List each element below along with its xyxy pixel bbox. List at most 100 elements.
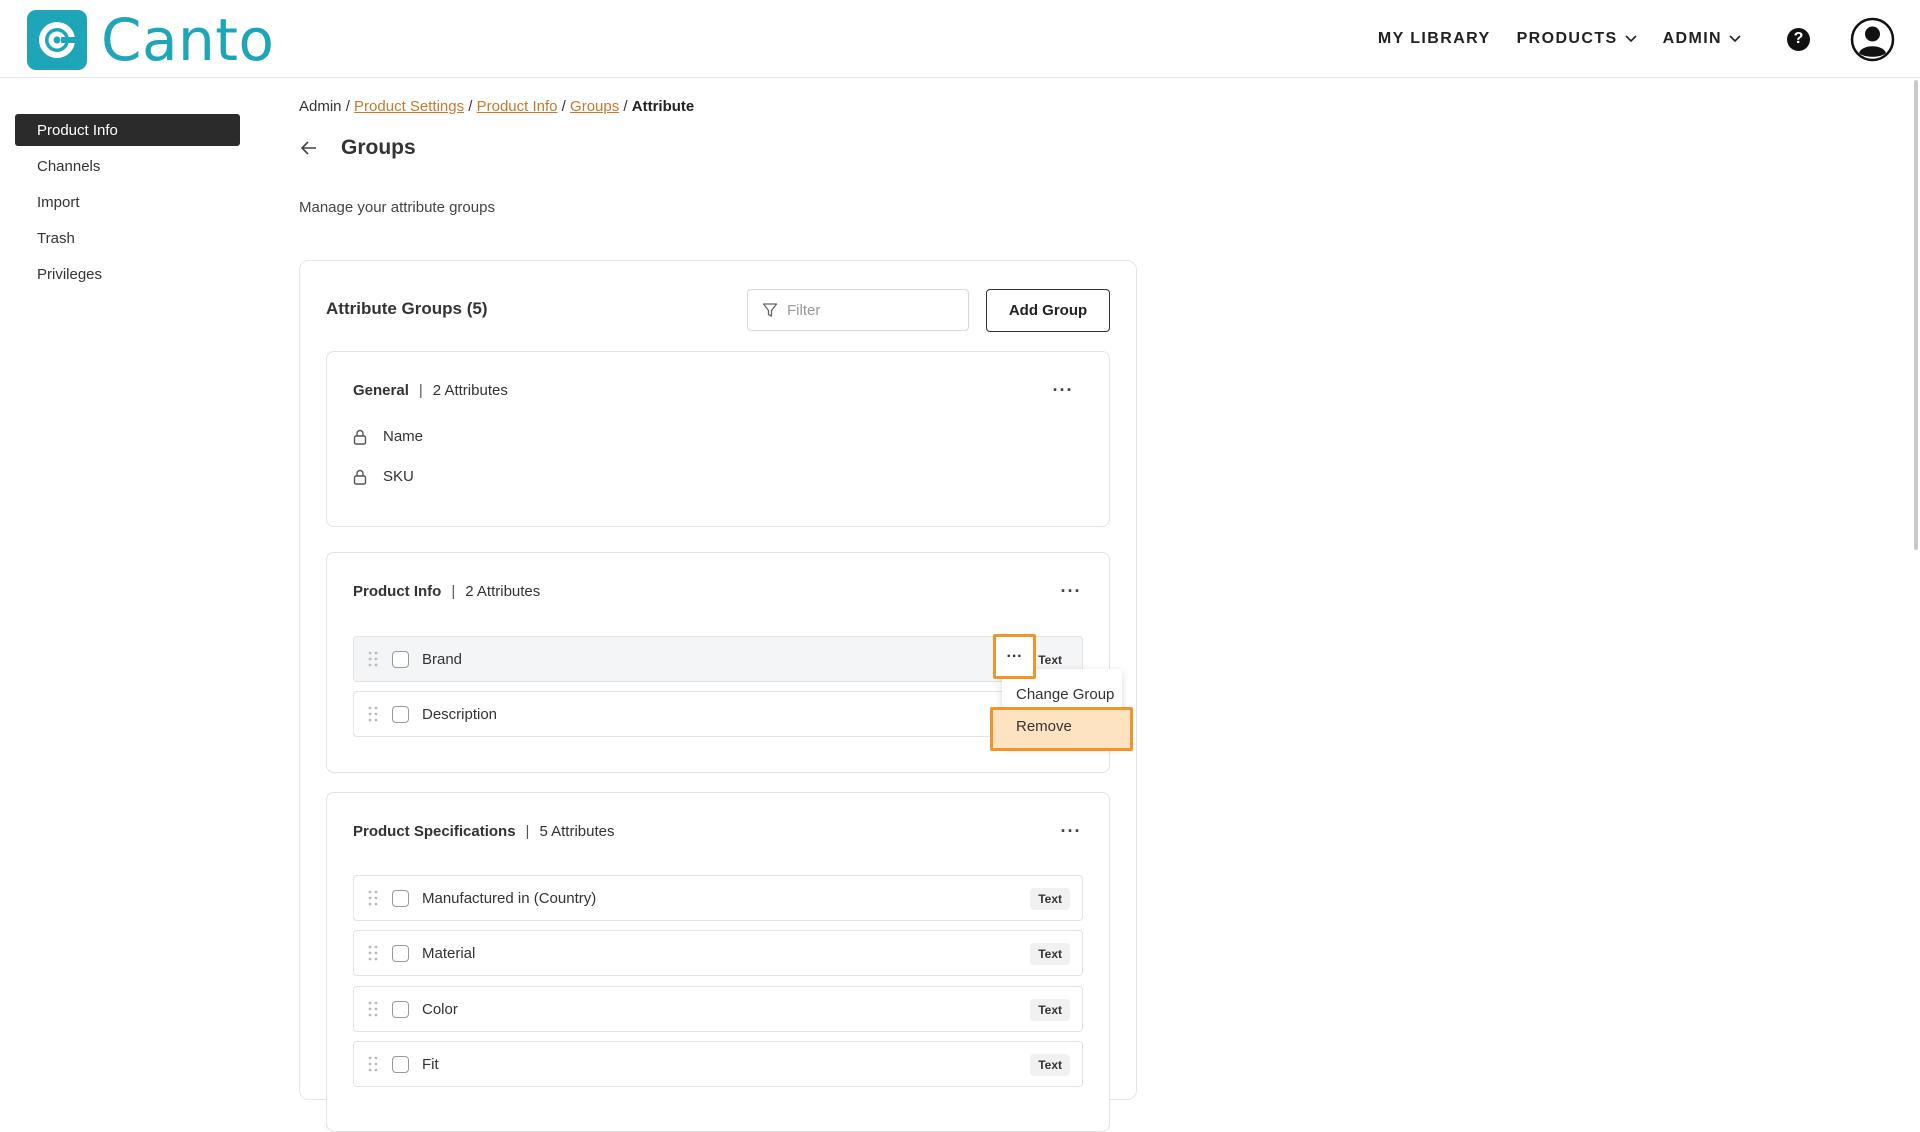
breadcrumb-separator: /: [341, 98, 355, 115]
canto-logo-icon: [27, 10, 87, 70]
group-header: General | 2 Attributes: [353, 382, 508, 399]
drag-handle-icon[interactable]: [368, 651, 378, 667]
drag-handle-icon[interactable]: [368, 1001, 378, 1017]
group-more-button[interactable]: ···: [1055, 579, 1087, 603]
breadcrumb-product-settings[interactable]: Product Settings: [354, 98, 464, 115]
menu-item-change-group[interactable]: Change Group: [1016, 686, 1114, 703]
logo-text: Canto: [101, 6, 275, 74]
sidebar-item-label: Privileges: [37, 265, 103, 283]
page-scrollbar[interactable]: [1914, 80, 1918, 550]
panel-title: Attribute Groups (5): [326, 299, 488, 318]
sidebar-item-product-info[interactable]: Product Info: [15, 114, 240, 146]
locked-attribute-label: SKU: [383, 468, 414, 485]
nav-admin-label: ADMIN: [1662, 30, 1722, 47]
group-separator: |: [525, 823, 530, 840]
group-separator: |: [418, 382, 423, 399]
back-arrow-icon[interactable]: [299, 138, 319, 158]
sidebar-item-trash[interactable]: Trash: [15, 222, 240, 254]
attribute-row-color[interactable]: Color Text: [353, 986, 1083, 1032]
more-icon: ···: [1052, 379, 1074, 400]
attribute-type-badge: Text: [1030, 888, 1070, 910]
sidebar-item-channels[interactable]: Channels: [15, 150, 240, 182]
lock-icon: [353, 429, 367, 445]
locked-attribute-sku: SKU: [353, 468, 414, 485]
canto-logo[interactable]: Canto: [27, 10, 275, 70]
top-header: Canto MY LIBRARY PRODUCTS ADMIN ?: [0, 0, 1920, 78]
help-icon[interactable]: ?: [1787, 27, 1810, 51]
attribute-more-button[interactable]: ···: [993, 634, 1036, 679]
group-card-product-specifications: Product Specifications | 5 Attributes ··…: [326, 792, 1110, 1132]
attribute-label: Color: [422, 1000, 458, 1018]
breadcrumb-product-info[interactable]: Product Info: [477, 98, 558, 115]
user-avatar-icon[interactable]: [1850, 17, 1895, 62]
attribute-checkbox[interactable]: [392, 944, 409, 962]
group-header: Product Specifications | 5 Attributes: [353, 823, 615, 840]
menu-item-remove-label: Remove: [1016, 718, 1072, 735]
group-more-button[interactable]: ···: [1055, 819, 1087, 843]
sidebar-item-privileges[interactable]: Privileges: [15, 258, 240, 290]
breadcrumb-current: Attribute: [631, 98, 695, 115]
attribute-row-fit[interactable]: Fit Text: [353, 1041, 1083, 1087]
attribute-type-badge: Text: [1030, 943, 1070, 965]
more-icon: ···: [1060, 580, 1082, 601]
attribute-checkbox[interactable]: [392, 1000, 409, 1018]
nav-products[interactable]: PRODUCTS: [1517, 30, 1637, 48]
nav-my-library[interactable]: MY LIBRARY: [1378, 30, 1491, 48]
breadcrumb-separator: /: [619, 98, 632, 115]
attribute-row-material[interactable]: Material Text: [353, 930, 1083, 976]
drag-handle-icon[interactable]: [368, 1056, 378, 1072]
drag-handle-icon[interactable]: [368, 706, 378, 722]
sidebar-item-label: Product Info: [37, 121, 118, 139]
attribute-label: Material: [422, 944, 476, 962]
group-more-button[interactable]: ···: [1047, 378, 1079, 402]
group-separator: |: [451, 583, 456, 600]
filter-field[interactable]: [747, 289, 969, 331]
attribute-row-manufactured-in[interactable]: Manufactured in (Country) Text: [353, 875, 1083, 921]
chevron-down-icon: [1624, 35, 1637, 43]
sidebar-item-label: Trash: [37, 229, 75, 247]
locked-attribute-name: Name: [353, 428, 423, 445]
attribute-row-description[interactable]: Description: [353, 691, 1083, 737]
page-title: Groups: [341, 136, 416, 159]
help-icon-glyph: ?: [1793, 30, 1804, 47]
attribute-type-badge: Text: [1030, 999, 1070, 1021]
group-header: Product Info | 2 Attributes: [353, 583, 540, 600]
sidebar-item-label: Import: [37, 193, 80, 211]
breadcrumb-groups[interactable]: Groups: [570, 98, 619, 115]
attribute-type-badge: Text: [1030, 1054, 1070, 1076]
add-group-button[interactable]: Add Group: [986, 289, 1110, 332]
nav-my-library-label: MY LIBRARY: [1377, 30, 1491, 47]
drag-handle-icon[interactable]: [368, 945, 378, 961]
group-count: 5 Attributes: [539, 823, 615, 840]
filter-input[interactable]: [785, 300, 955, 320]
nav-products-label: PRODUCTS: [1516, 30, 1618, 47]
attribute-label: Description: [422, 705, 498, 723]
sidebar-item-label: Channels: [37, 157, 101, 175]
breadcrumb-separator: /: [557, 98, 571, 115]
breadcrumb-separator: /: [464, 98, 477, 115]
group-name: Product Info: [353, 583, 442, 600]
breadcrumb-admin: Admin: [299, 98, 342, 115]
attribute-checkbox[interactable]: [392, 1055, 409, 1073]
attribute-checkbox[interactable]: [392, 650, 409, 668]
sidebar-item-import[interactable]: Import: [15, 186, 240, 218]
attribute-label: Fit: [422, 1055, 439, 1073]
group-count: 2 Attributes: [465, 583, 541, 600]
attribute-checkbox[interactable]: [392, 889, 409, 907]
page-subtitle: Manage your attribute groups: [299, 199, 495, 216]
group-card-general: General | 2 Attributes ··· Name SKU: [326, 351, 1110, 527]
attribute-label: Manufactured in (Country): [422, 889, 597, 907]
chevron-down-icon: [1729, 35, 1741, 43]
nav-admin[interactable]: ADMIN: [1663, 30, 1741, 48]
attribute-checkbox[interactable]: [392, 705, 409, 723]
attribute-row-brand[interactable]: Brand Text: [353, 636, 1083, 682]
sidebar: Product Info Channels Import Trash Privi…: [15, 114, 240, 294]
breadcrumb: Admin / Product Settings / Product Info …: [299, 98, 694, 115]
attribute-label: Brand: [422, 650, 463, 668]
filter-icon: [762, 303, 778, 317]
group-name: Product Specifications: [353, 823, 516, 840]
page-title-row: Groups: [299, 136, 416, 160]
group-name: General: [353, 382, 409, 399]
drag-handle-icon[interactable]: [368, 890, 378, 906]
more-icon: ···: [1060, 820, 1082, 841]
